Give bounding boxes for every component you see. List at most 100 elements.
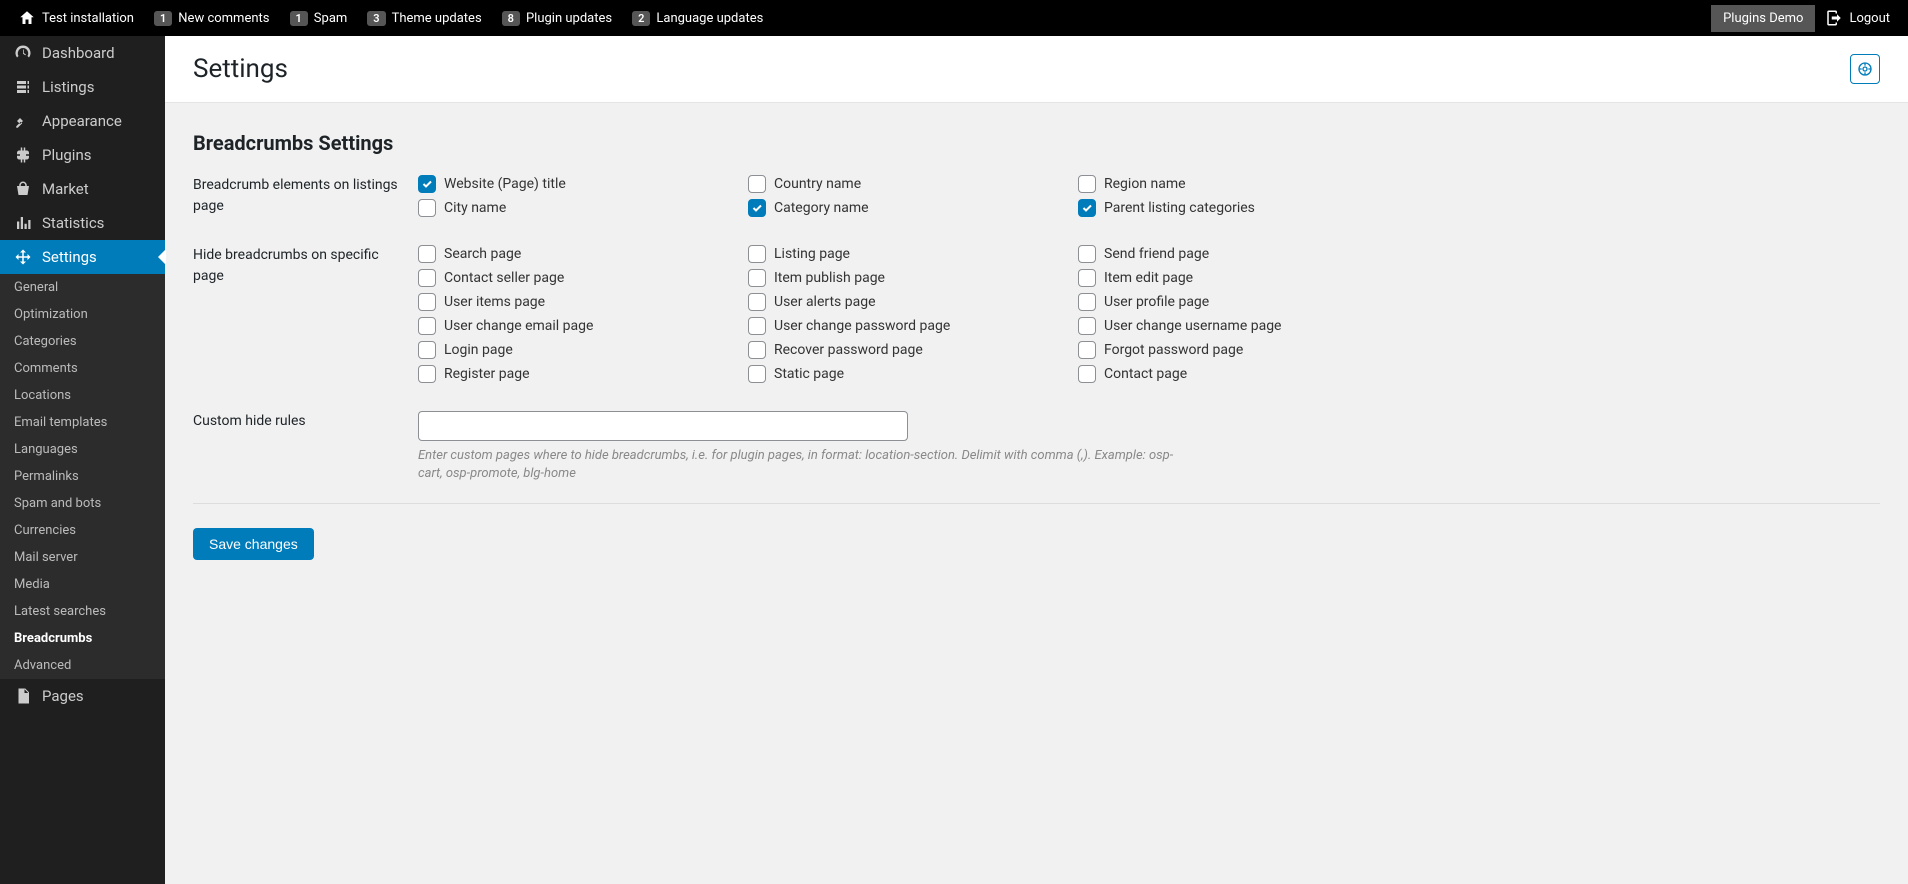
hide-page-option[interactable]: Search page [418,245,748,263]
hide-page-option[interactable]: Register page [418,365,748,383]
sidebar: DashboardListingsAppearance Plugins Market… [0,36,165,884]
checkbox[interactable] [1078,175,1096,193]
checkbox[interactable] [1078,199,1096,217]
hide-page-option[interactable]: User profile page [1078,293,1408,311]
submenu-item-spam-and-bots[interactable]: Spam and bots [0,490,165,517]
topbar-site[interactable]: Test installation [8,0,144,36]
submenu-item-media[interactable]: Media [0,571,165,598]
sidebar-item-dashboard[interactable]: Dashboard [0,36,165,70]
sidebar-item-listings[interactable]: Listings [0,70,165,104]
checkbox[interactable] [748,293,766,311]
breadcrumb-element-option[interactable]: Region name [1078,175,1408,193]
submenu-item-general[interactable]: General [0,274,165,301]
topbar-notif-2[interactable]: 3Theme updates [357,0,491,36]
submenu-item-comments[interactable]: Comments [0,355,165,382]
submenu-item-advanced[interactable]: Advanced [0,652,165,679]
statistics-icon [14,214,32,232]
submenu-item-breadcrumbs[interactable]: Breadcrumbs [0,625,165,652]
hide-page-option[interactable]: User items page [418,293,748,311]
topbar-notif-0[interactable]: 1New comments [144,0,280,36]
submenu-item-latest-searches[interactable]: Latest searches [0,598,165,625]
save-button[interactable]: Save changes [193,528,314,560]
checkbox-label: User profile page [1104,294,1209,310]
checkbox[interactable] [748,317,766,335]
checkbox[interactable] [418,175,436,193]
settings-submenu: GeneralOptimizationCategoriesCommentsLoc… [0,274,165,679]
custom-rules-input[interactable] [418,411,908,441]
checkbox-label: User change password page [774,318,950,334]
submenu-item-mail-server[interactable]: Mail server [0,544,165,571]
home-icon [18,9,36,27]
section-title: Breadcrumbs Settings [193,131,1880,155]
dashboard-icon [14,44,32,62]
checkbox[interactable] [1078,293,1096,311]
hide-page-option[interactable]: Contact page [1078,365,1408,383]
checkbox[interactable] [1078,245,1096,263]
help-button[interactable] [1850,54,1880,84]
submenu-item-categories[interactable]: Categories [0,328,165,355]
hide-page-option[interactable]: User change password page [748,317,1078,335]
breadcrumb-element-option[interactable]: Category name [748,199,1078,217]
hide-page-option[interactable]: Listing page [748,245,1078,263]
hide-page-option[interactable]: User change email page [418,317,748,335]
breadcrumb-element-option[interactable]: Country name [748,175,1078,193]
hide-page-option[interactable]: Item publish page [748,269,1078,287]
submenu-item-locations[interactable]: Locations [0,382,165,409]
checkbox[interactable] [748,199,766,217]
checkbox[interactable] [418,199,436,217]
checkbox[interactable] [418,341,436,359]
sidebar-item-statistics[interactable]: Statistics [0,206,165,240]
checkbox[interactable] [748,175,766,193]
logout-button[interactable]: Logout [1815,0,1900,36]
sidebar-item-label: Plugins [42,146,91,164]
submenu-item-email-templates[interactable]: Email templates [0,409,165,436]
hide-page-option[interactable]: Item edit page [1078,269,1408,287]
hide-page-option[interactable]: Send friend page [1078,245,1408,263]
sidebar-item-settings[interactable]: Settings [0,240,165,274]
checkbox[interactable] [1078,341,1096,359]
checkbox[interactable] [418,245,436,263]
checkbox-label: Website (Page) title [444,176,566,192]
submenu-item-currencies[interactable]: Currencies [0,517,165,544]
checkbox[interactable] [418,365,436,383]
hide-page-option[interactable]: Contact seller page [418,269,748,287]
checkbox[interactable] [1078,365,1096,383]
breadcrumb-element-option[interactable]: Parent listing categories [1078,199,1408,217]
checkbox[interactable] [748,245,766,263]
sidebar-item-appearance[interactable]: Appearance [0,104,165,138]
topbar-notif-4[interactable]: 2Language updates [622,0,773,36]
hide-page-option[interactable]: User alerts page [748,293,1078,311]
checkbox[interactable] [418,293,436,311]
hide-page-option[interactable]: Forgot password page [1078,341,1408,359]
topbar-notif-1[interactable]: 1Spam [280,0,358,36]
breadcrumb-element-option[interactable]: City name [418,199,748,217]
submenu-item-permalinks[interactable]: Permalinks [0,463,165,490]
sidebar-item-label: Market [42,180,89,198]
checkbox[interactable] [748,365,766,383]
topbar-notif-3[interactable]: 8Plugin updates [492,0,622,36]
hide-page-option[interactable]: Recover password page [748,341,1078,359]
breadcrumb-element-option[interactable]: Website (Page) title [418,175,748,193]
hide-breadcrumbs-label: Hide breadcrumbs on specific page [193,245,418,383]
checkbox[interactable] [748,341,766,359]
checkbox[interactable] [748,269,766,287]
checkbox[interactable] [1078,269,1096,287]
checkbox-label: Search page [444,246,521,262]
sidebar-item-plugins[interactable]: Plugins [0,138,165,172]
submenu-item-optimization[interactable]: Optimization [0,301,165,328]
checkbox-label: User change username page [1104,318,1281,334]
checkbox[interactable] [418,317,436,335]
badge: 1 [154,11,172,26]
hide-page-option[interactable]: Static page [748,365,1078,383]
hide-page-option[interactable]: User change username page [1078,317,1408,335]
checkbox[interactable] [418,269,436,287]
hide-page-option[interactable]: Login page [418,341,748,359]
sidebar-item-market[interactable]: Market [0,172,165,206]
checkbox[interactable] [1078,317,1096,335]
badge: 8 [502,11,520,26]
divider [193,503,1880,504]
submenu-item-languages[interactable]: Languages [0,436,165,463]
plugins-demo-button[interactable]: Plugins Demo [1711,5,1815,32]
sidebar-item-pages[interactable]: Pages [0,679,165,713]
checkbox-label: Contact seller page [444,270,564,286]
